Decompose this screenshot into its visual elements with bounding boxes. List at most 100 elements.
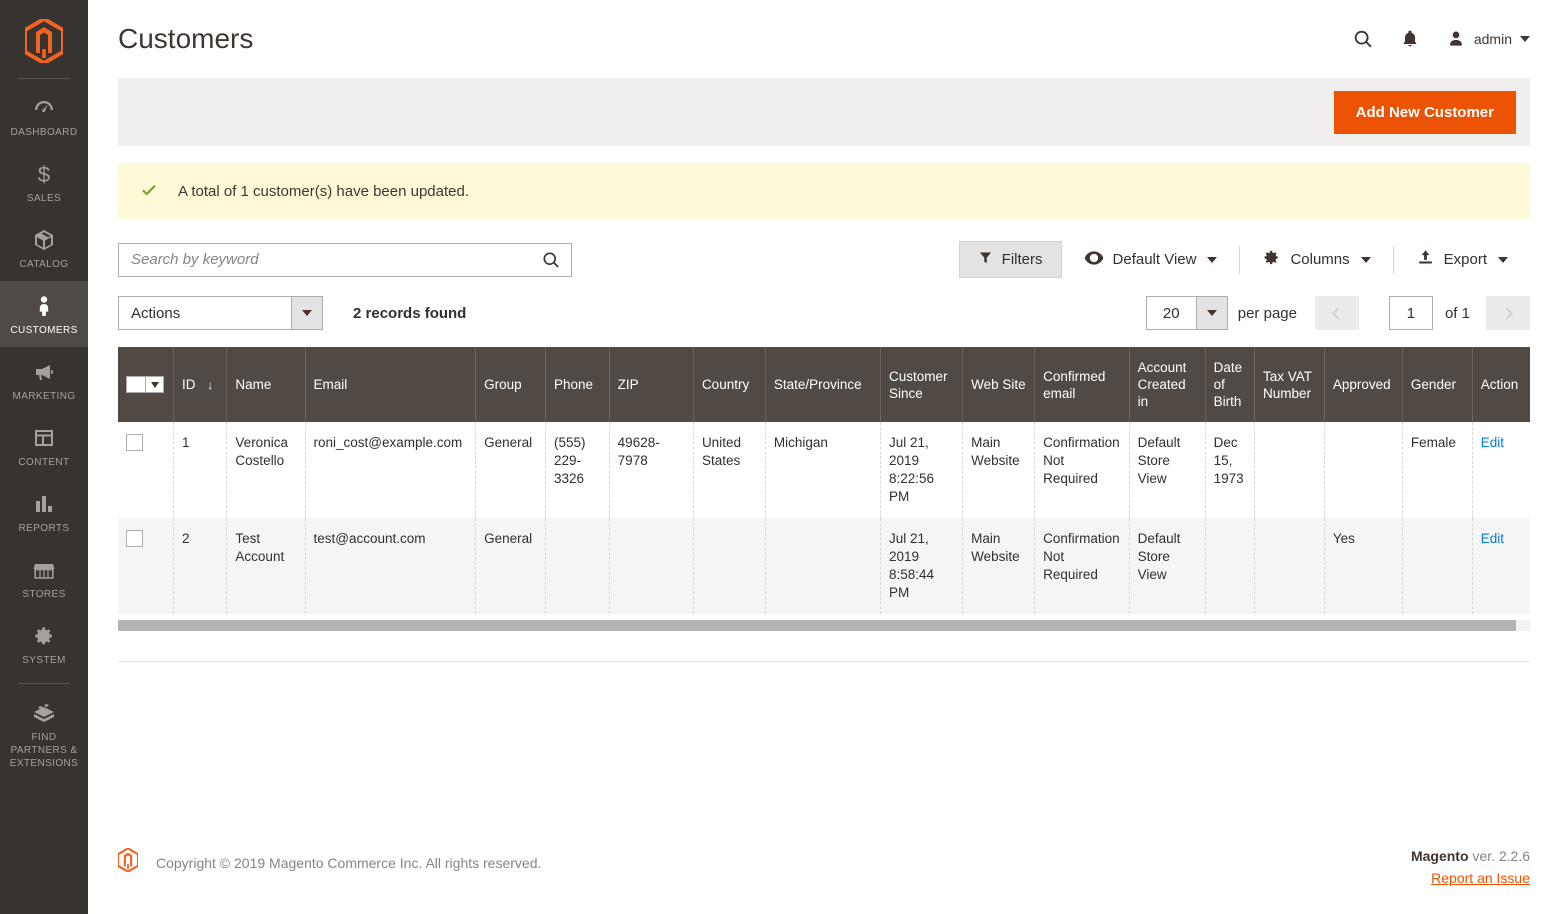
column-header-approved[interactable]: Approved xyxy=(1324,347,1403,422)
sidebar-item-content[interactable]: CONTENT xyxy=(0,413,88,479)
column-header-state-province[interactable]: State/Province xyxy=(765,347,881,422)
massaction-control[interactable] xyxy=(126,376,165,393)
select-all-column[interactable] xyxy=(118,347,174,422)
column-header-email[interactable]: Email xyxy=(305,347,477,422)
sidebar-item-customers[interactable]: CUSTOMERS xyxy=(0,281,88,347)
column-header-group[interactable]: Group xyxy=(475,347,546,422)
column-header-country[interactable]: Country xyxy=(693,347,766,422)
grid-toolbar: Filters Default View Columns xyxy=(118,241,1530,278)
sidebar-item-marketing[interactable]: MARKETING xyxy=(0,347,88,413)
row-select-cell[interactable] xyxy=(118,518,174,614)
sidebar-item-reports[interactable]: REPORTS xyxy=(0,479,88,545)
sidebar-item-stores[interactable]: STORES xyxy=(0,545,88,611)
chevron-down-icon xyxy=(1206,310,1217,316)
gear-icon xyxy=(1262,248,1281,271)
previous-page-button[interactable] xyxy=(1314,296,1359,330)
sidebar-item-label: CATALOG xyxy=(19,259,69,270)
bell-icon[interactable] xyxy=(1400,28,1420,50)
cell-customer-since: Jul 21, 2019 8:22:56 PM xyxy=(880,422,964,518)
search-icon[interactable] xyxy=(1352,28,1374,50)
funnel-icon xyxy=(978,250,993,269)
magento-logo-icon xyxy=(116,847,140,877)
sidebar-item-find-partners-extensions[interactable]: FIND PARTNERS & EXTENSIONS xyxy=(0,688,88,780)
records-found-label: 2 records found xyxy=(353,304,467,322)
sidebar-item-label: REPORTS xyxy=(18,523,70,534)
lego-brick-icon xyxy=(31,700,57,726)
actions-select-arrow[interactable] xyxy=(291,296,323,330)
column-header-zip[interactable]: ZIP xyxy=(609,347,694,422)
header-actions: admin xyxy=(1352,28,1530,50)
column-label: ID xyxy=(181,376,196,392)
search-by-keyword-box[interactable] xyxy=(118,242,572,277)
chevron-down-icon xyxy=(1520,36,1530,42)
footer-left: Copyright © 2019 Magento Commerce Inc. A… xyxy=(116,847,541,877)
row-checkbox[interactable] xyxy=(126,434,143,451)
row-checkbox[interactable] xyxy=(126,530,143,547)
cell-state: Michigan xyxy=(765,422,881,518)
sidebar-item-dashboard[interactable]: DASHBOARD xyxy=(0,83,88,149)
cell-action[interactable]: Edit xyxy=(1472,518,1530,614)
filters-button[interactable]: Filters xyxy=(958,241,1062,278)
cell-tax-vat xyxy=(1254,518,1325,614)
column-header-web-site[interactable]: Web Site xyxy=(962,347,1036,422)
report-an-issue-link[interactable]: Report an Issue xyxy=(1431,870,1530,886)
column-header-customer-since[interactable]: Customer Since xyxy=(880,347,964,422)
sidebar-item-label: FIND PARTNERS & EXTENSIONS xyxy=(9,732,79,769)
dollar-icon: $ xyxy=(32,161,56,187)
brand-name: Magento xyxy=(1410,848,1469,864)
box-icon xyxy=(32,227,56,253)
grid-actions-row: Actions 2 records found 20 per page 1 of… xyxy=(118,296,1530,330)
cell-action[interactable]: Edit xyxy=(1472,422,1530,518)
default-view-label: Default View xyxy=(1112,251,1197,268)
select-all-checkbox[interactable] xyxy=(126,376,145,393)
gear-icon xyxy=(32,623,56,649)
search-input[interactable] xyxy=(119,243,571,276)
add-new-customer-button[interactable]: Add New Customer xyxy=(1333,90,1516,134)
export-button[interactable]: Export xyxy=(1394,243,1530,277)
column-header-name[interactable]: Name xyxy=(226,347,306,422)
magento-logo[interactable] xyxy=(0,10,88,72)
version-number: ver. 2.2.6 xyxy=(1468,848,1530,864)
column-header-id[interactable]: ID ↓ xyxy=(173,347,228,422)
sidebar-item-catalog[interactable]: CATALOG xyxy=(0,215,88,281)
column-header-confirmed-email[interactable]: Confirmed email xyxy=(1034,347,1130,422)
grid-horizontal-scrollbar[interactable] xyxy=(118,620,1530,631)
per-page-select-arrow[interactable] xyxy=(1195,296,1228,330)
columns-button[interactable]: Columns xyxy=(1240,243,1392,277)
filters-label: Filters xyxy=(1001,251,1043,268)
page-header: Customers admin xyxy=(88,0,1560,78)
actions-select[interactable]: Actions xyxy=(118,296,323,330)
edit-link[interactable]: Edit xyxy=(1481,435,1504,450)
chevron-down-icon xyxy=(1498,256,1508,263)
footer: Copyright © 2019 Magento Commerce Inc. A… xyxy=(88,826,1560,914)
default-view-button[interactable]: Default View xyxy=(1062,243,1240,277)
page-number-input[interactable]: 1 xyxy=(1388,296,1433,330)
column-header-gender[interactable]: Gender xyxy=(1402,347,1473,422)
cell-id: 1 xyxy=(173,422,228,518)
table-row[interactable]: 1 Veronica Costello roni_cost@example.co… xyxy=(118,422,1530,518)
table-row[interactable]: 2 Test Account test@account.com General … xyxy=(118,518,1530,614)
massaction-dropdown-arrow[interactable] xyxy=(145,376,164,393)
cell-customer-since: Jul 21, 2019 8:58:44 PM xyxy=(880,518,964,614)
svg-text:$: $ xyxy=(38,162,50,186)
search-submit-button[interactable] xyxy=(537,246,565,274)
column-header-date-of-birth[interactable]: Date of Birth xyxy=(1205,347,1255,422)
sidebar-item-system[interactable]: SYSTEM xyxy=(0,611,88,677)
table-body: 1 Veronica Costello roni_cost@example.co… xyxy=(118,422,1530,614)
sidebar-item-label: SYSTEM xyxy=(22,655,66,666)
column-header-phone[interactable]: Phone xyxy=(545,347,610,422)
row-select-cell[interactable] xyxy=(118,422,174,518)
cell-date-of-birth: Dec 15, 1973 xyxy=(1205,422,1255,518)
edit-link[interactable]: Edit xyxy=(1481,531,1504,546)
column-header-account-created-in[interactable]: Account Created in xyxy=(1129,347,1206,422)
next-page-button[interactable] xyxy=(1486,296,1530,330)
column-header-tax-vat-number[interactable]: Tax VAT Number xyxy=(1254,347,1325,422)
per-page-select[interactable]: 20 xyxy=(1145,296,1228,330)
scrollbar-thumb[interactable] xyxy=(118,620,1516,631)
column-header-action[interactable]: Action xyxy=(1472,347,1530,422)
sidebar-item-label: DASHBOARD xyxy=(10,127,78,138)
sidebar-item-sales[interactable]: $ SALES xyxy=(0,149,88,215)
sidebar-item-label: MARKETING xyxy=(12,391,76,402)
admin-menu[interactable]: admin xyxy=(1446,29,1530,49)
sidebar: DASHBOARD $ SALES CATALOG CUSTOMERS MARK… xyxy=(0,0,88,914)
